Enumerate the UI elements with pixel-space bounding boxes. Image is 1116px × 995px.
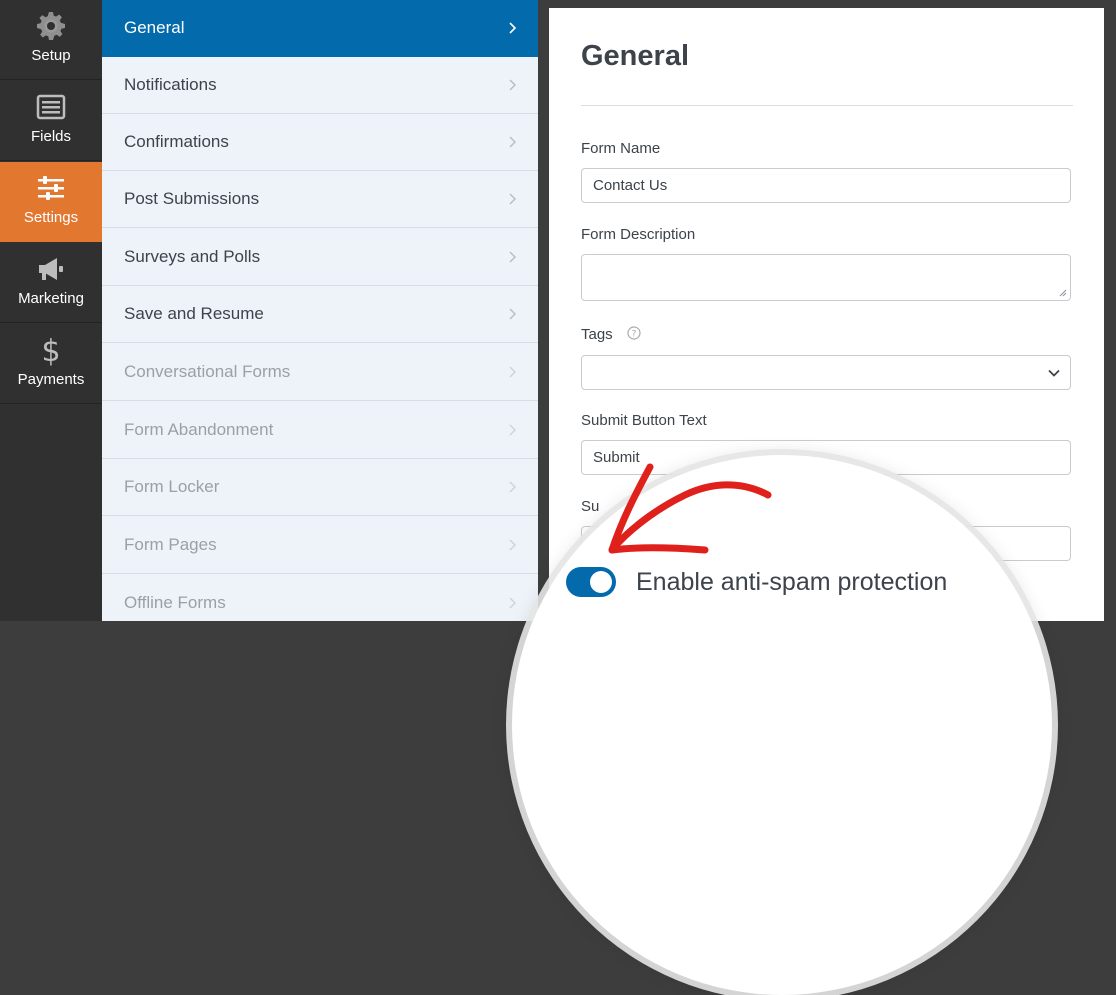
form-description-textarea[interactable] (581, 254, 1071, 301)
tags-label-row: Tags ? (581, 326, 641, 343)
chevron-right-icon (508, 136, 518, 148)
menu-item-label: Form Abandonment (124, 420, 274, 439)
rail-item-fields[interactable]: Fields (0, 81, 102, 161)
submit-text-label: Submit Button Text (581, 412, 707, 429)
form-name-label: Form Name (581, 140, 661, 157)
menu-item-form-locker[interactable]: Form Locker (102, 459, 538, 516)
settings-submenu: General Notifications Confirmations Post… (102, 0, 538, 621)
rail-item-setup[interactable]: Setup (0, 0, 102, 80)
menu-item-label: Conversational Forms (124, 362, 291, 381)
tags-select[interactable] (581, 355, 1071, 390)
rail-label-payments: Payments (17, 371, 85, 388)
menu-item-offline-forms[interactable]: Offline Forms (102, 574, 538, 631)
form-description-label: Form Description (581, 226, 696, 243)
menu-item-label: Surveys and Polls (124, 247, 261, 266)
menu-item-label: Save and Resume (124, 304, 264, 323)
chevron-right-icon (508, 539, 518, 551)
red-arrow-icon (608, 463, 772, 554)
help-icon[interactable]: ? (627, 326, 641, 340)
panel-title: General (581, 40, 689, 72)
dollar-icon: $ (41, 334, 60, 366)
chevron-right-icon (508, 193, 518, 205)
menu-item-notifications[interactable]: Notifications (102, 57, 538, 114)
form-name-input[interactable]: Contact Us (581, 168, 1071, 203)
anti-spam-label: Enable anti-spam protection (636, 568, 948, 596)
menu-item-label: Confirmations (124, 132, 229, 151)
resize-grip-icon[interactable] (1059, 289, 1067, 297)
menu-item-form-abandonment[interactable]: Form Abandonment (102, 402, 538, 459)
sliders-icon (38, 176, 64, 200)
svg-text:$: $ (41, 334, 60, 366)
chevron-right-icon (508, 308, 518, 320)
chevron-right-icon (508, 22, 518, 34)
title-divider (581, 105, 1073, 106)
anti-spam-toggle[interactable] (566, 567, 616, 597)
menu-item-label: Offline Forms (124, 592, 226, 612)
form-name-value: Contact Us (593, 177, 668, 194)
menu-item-confirmations[interactable]: Confirmations (102, 114, 538, 171)
chevron-down-icon (1048, 369, 1060, 377)
menu-item-surveys-polls[interactable]: Surveys and Polls (102, 229, 538, 286)
chevron-right-icon (508, 366, 518, 378)
rail-item-payments[interactable]: $ Payments (0, 324, 102, 404)
rail-item-marketing[interactable]: Marketing (0, 243, 102, 323)
svg-text:?: ? (631, 330, 636, 340)
tags-label: Tags (581, 326, 613, 343)
menu-item-label: General (124, 18, 185, 37)
menu-item-post-submissions[interactable]: Post Submissions (102, 171, 538, 228)
rail-label-setup: Setup (31, 47, 71, 64)
menu-item-conversational-forms[interactable]: Conversational Forms (102, 344, 538, 401)
menu-item-general[interactable]: General (102, 0, 538, 57)
chevron-right-icon (508, 251, 518, 263)
menu-item-form-pages[interactable]: Form Pages (102, 517, 538, 574)
chevron-right-icon (508, 79, 518, 91)
rail-label-marketing: Marketing (18, 290, 84, 307)
gear-icon (37, 12, 65, 40)
fields-icon (36, 94, 66, 120)
menu-item-label: Form Pages (124, 535, 217, 554)
menu-item-label: Form Locker (124, 477, 220, 496)
builder-sidebar: Setup Fields Settings Marketing $ Paymen… (0, 0, 102, 621)
chevron-right-icon (508, 597, 518, 608)
toggle-knob (590, 571, 612, 593)
megaphone-icon (39, 258, 63, 280)
rail-label-settings: Settings (23, 209, 79, 226)
menu-item-label: Notifications (124, 75, 217, 94)
menu-item-save-resume[interactable]: Save and Resume (102, 286, 538, 343)
chevron-right-icon (508, 424, 518, 436)
rail-item-settings[interactable]: Settings (0, 162, 102, 242)
rail-label-fields: Fields (30, 128, 71, 145)
menu-item-label: Post Submissions (124, 189, 260, 208)
chevron-right-icon (508, 481, 518, 493)
